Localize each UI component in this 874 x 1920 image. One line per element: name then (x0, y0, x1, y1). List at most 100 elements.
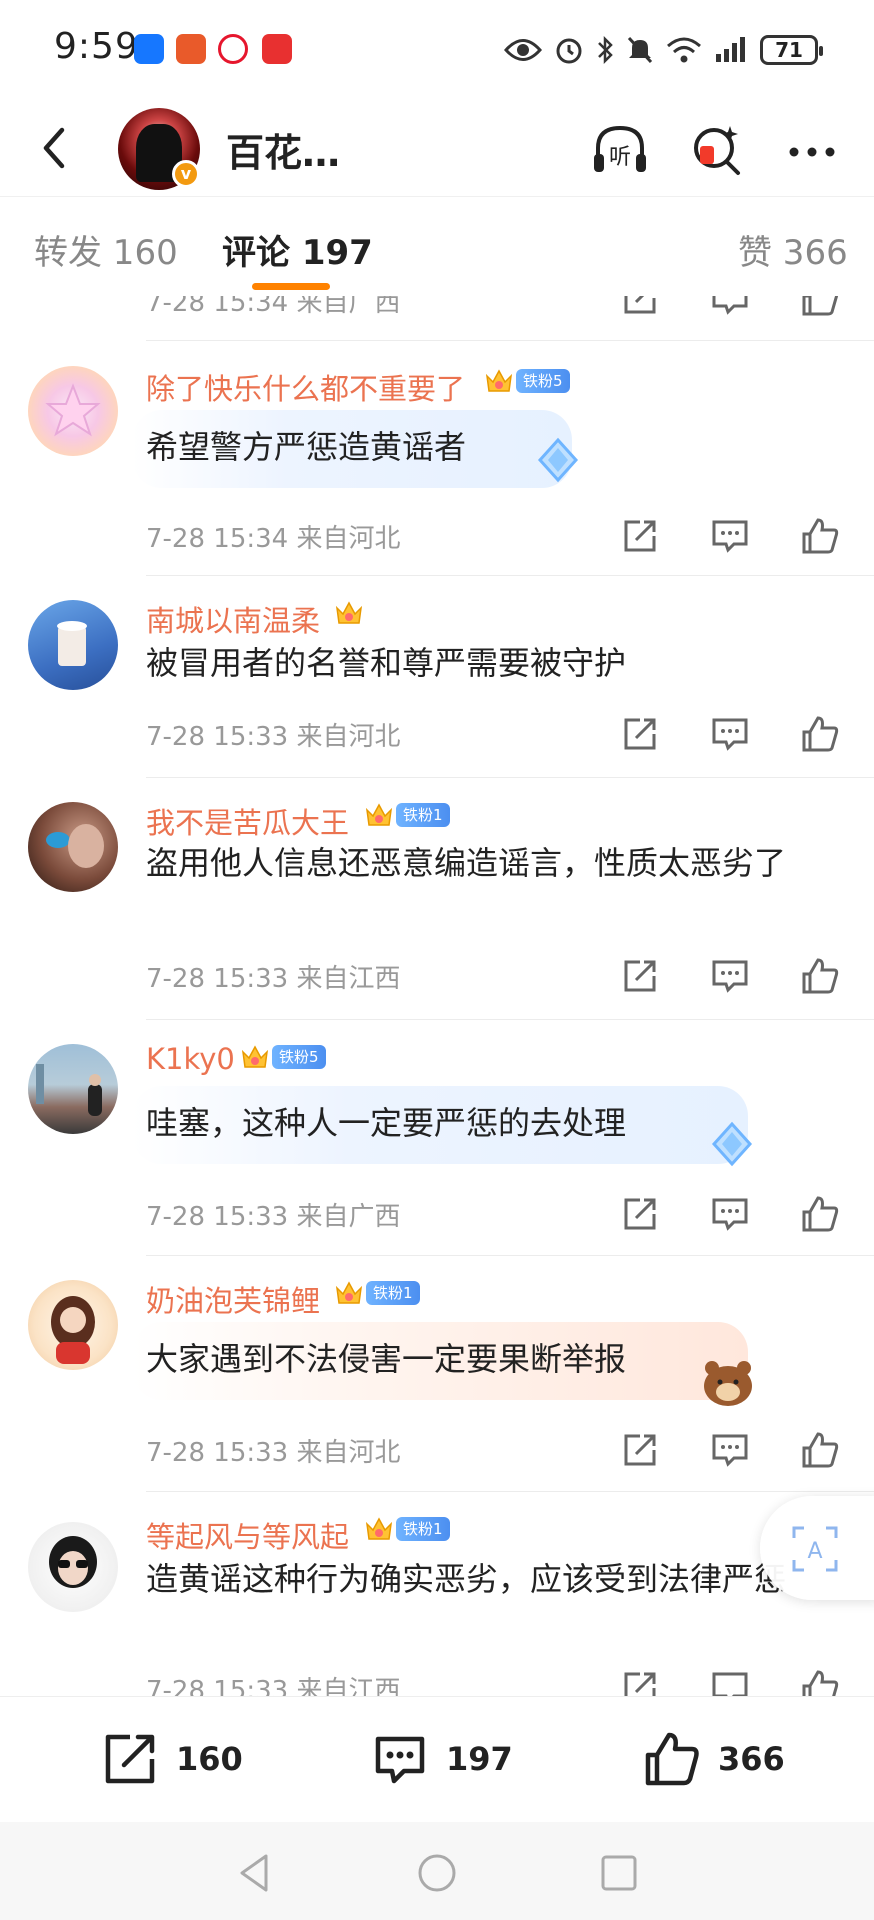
username[interactable]: 我不是苦瓜大王 (146, 800, 349, 842)
repost-button[interactable]: 160 (100, 1729, 243, 1789)
like-icon[interactable] (800, 714, 840, 754)
comment-text: 被冒用者的名誉和尊严需要被守护 (146, 644, 627, 682)
comment-text: 大家遇到不法侵害一定要果断举报 (146, 1340, 627, 1378)
user-avatar[interactable] (28, 366, 118, 456)
fan-level-badge: 铁粉1 (396, 803, 450, 827)
user-badges: 铁粉1 (334, 1278, 420, 1308)
username[interactable]: 等起风与等风起 (146, 1514, 349, 1556)
comment-meta: 7-28 15:34 来自广西 (146, 296, 401, 318)
comment-text: 盗用他人信息还恶意编造谣言，性质太恶劣了 (146, 844, 787, 882)
crown-icon (335, 601, 363, 624)
repost-icon[interactable] (620, 1668, 660, 1696)
comment-text: 希望警方严惩造黄谣者 (146, 428, 467, 466)
like-count: 366 (718, 1740, 785, 1778)
tab-bar: 转发 160 评论 197 赞 366 (0, 196, 874, 296)
user-avatar[interactable] (28, 802, 118, 892)
more-icon[interactable] (780, 118, 844, 182)
comment-icon[interactable] (710, 1194, 750, 1234)
repost-icon[interactable] (620, 516, 660, 556)
author-name[interactable]: 百花… (226, 122, 340, 177)
comment-icon[interactable] (710, 714, 750, 754)
fan-level-badge: 铁粉5 (272, 1045, 326, 1069)
like-icon[interactable] (800, 956, 840, 996)
repost-icon (105, 1734, 155, 1784)
crown-icon (241, 1045, 269, 1068)
repost-icon[interactable] (620, 714, 660, 754)
comment-list: 7-28 15:34 来自广西 除了快乐什么都不重要了 铁粉5 希望警方严惩造黄… (0, 296, 874, 1696)
tab-likes[interactable]: 赞 366 (738, 225, 848, 274)
bottom-action-bar: 160 197 366 (0, 1696, 874, 1822)
comment-icon[interactable] (710, 956, 750, 996)
user-avatar[interactable] (28, 1280, 118, 1370)
user-badges: 铁粉1 (364, 1514, 450, 1544)
status-time: 9:59 (54, 26, 139, 67)
user-badges (334, 598, 364, 628)
user-avatar[interactable] (28, 1522, 118, 1612)
repost-icon[interactable] (620, 1194, 660, 1234)
like-icon[interactable] (800, 1194, 840, 1234)
username[interactable]: 奶油泡芙锦鲤 (146, 1278, 320, 1320)
comment-item: 南城以南温柔 被冒用者的名誉和尊严需要被守护 7-28 15:33 来自河北 (0, 576, 874, 778)
comment-text: 哇塞，这种人一定要严惩的去处理 (146, 1104, 627, 1142)
comment-meta: 7-28 15:34 来自河北 (146, 524, 401, 554)
comment-count: 197 (446, 1740, 513, 1778)
like-icon[interactable] (800, 296, 840, 318)
tab-reposts[interactable]: 转发 160 (34, 225, 178, 274)
app-notification-icon (262, 34, 292, 64)
username[interactable]: K1ky0 (146, 1042, 235, 1076)
username[interactable]: 南城以南温柔 (146, 598, 320, 640)
comment-icon[interactable] (710, 296, 750, 318)
repost-icon[interactable] (620, 296, 660, 318)
crown-icon (365, 803, 393, 826)
status-bar: 9:59 71 (0, 0, 874, 100)
comment-item: 等起风与等风起 铁粉1 造黄谣这种行为确实恶劣，应该受到法律严惩 7-28 15… (0, 1492, 874, 1696)
alarm-icon (556, 38, 582, 64)
comment-meta: 7-28 15:33 来自广西 (146, 1202, 401, 1232)
user-badges: 铁粉5 (484, 366, 570, 396)
wifi-icon (667, 37, 701, 63)
red-packet-search-icon[interactable] (686, 118, 750, 182)
crown-icon (485, 369, 513, 392)
translate-float-button[interactable]: A (760, 1496, 874, 1600)
back-icon[interactable] (28, 120, 84, 176)
app-notification-icon (134, 34, 164, 64)
comment-meta: 7-28 15:33 来自江西 (146, 964, 401, 994)
comment-icon[interactable] (710, 516, 750, 556)
like-icon (645, 1732, 699, 1786)
username[interactable]: 除了快乐什么都不重要了 (146, 366, 465, 408)
comment-icon[interactable] (710, 1430, 750, 1470)
mute-icon (627, 36, 653, 64)
nav-home-icon[interactable] (412, 1848, 462, 1898)
app-notification-icon (176, 34, 206, 64)
comment-button[interactable]: 197 (370, 1729, 513, 1789)
crown-icon (365, 1517, 393, 1540)
signal-icon (716, 37, 745, 62)
verified-badge-icon: v (172, 160, 200, 188)
fan-level-badge: 铁粉1 (396, 1517, 450, 1541)
battery-indicator: 71 (760, 35, 823, 65)
repost-count: 160 (176, 1740, 243, 1778)
eye-icon (504, 39, 542, 61)
comment-meta: 7-28 15:33 来自河北 (146, 722, 401, 752)
crown-icon (335, 1281, 363, 1304)
like-icon[interactable] (800, 1430, 840, 1470)
nav-recents-icon[interactable] (594, 1848, 644, 1898)
user-avatar[interactable] (28, 1044, 118, 1134)
active-tab-indicator (252, 283, 330, 290)
user-badges: 铁粉1 (364, 800, 450, 830)
repost-icon[interactable] (620, 956, 660, 996)
comment-icon[interactable] (710, 1668, 750, 1696)
like-button[interactable]: 366 (642, 1729, 785, 1789)
like-icon[interactable] (800, 516, 840, 556)
nav-back-icon[interactable] (230, 1848, 280, 1898)
user-avatar[interactable] (28, 600, 118, 690)
comment-item: 除了快乐什么都不重要了 铁粉5 希望警方严惩造黄谣者 7-28 15:34 来自… (0, 340, 874, 576)
repost-icon[interactable] (620, 1430, 660, 1470)
comment-item: 我不是苦瓜大王 铁粉1 盗用他人信息还恶意编造谣言，性质太恶劣了 7-28 15… (0, 778, 874, 1020)
comment-text: 造黄谣这种行为确实恶劣，应该受到法律严惩 (146, 1560, 787, 1598)
tab-comments[interactable]: 评论 197 (222, 225, 373, 274)
listen-icon[interactable]: 听 (588, 118, 652, 182)
comment-icon (375, 1736, 425, 1784)
system-nav-bar (0, 1822, 874, 1920)
like-icon[interactable] (800, 1668, 840, 1696)
